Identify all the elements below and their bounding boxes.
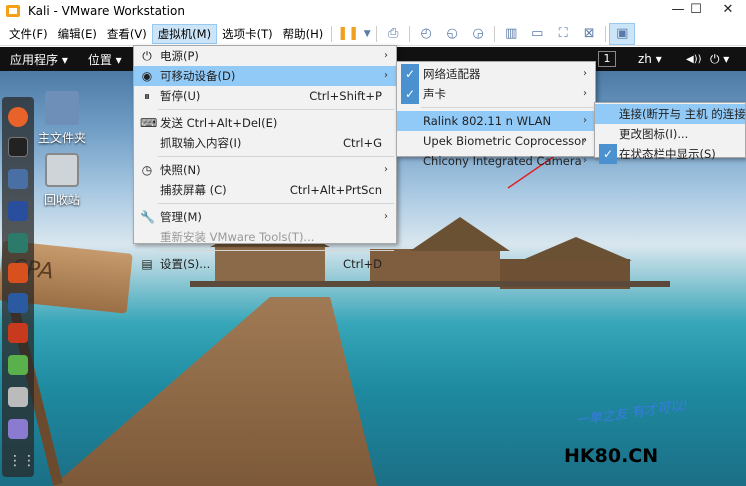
device-label: 网络适配器 xyxy=(423,67,481,81)
device-label: Chicony Integrated Camera xyxy=(423,154,582,168)
check-icon: ✓ xyxy=(401,64,419,84)
wrench-icon: 🔧 xyxy=(140,210,155,224)
menu-settings[interactable]: ▤ 设置(S)... Ctrl+D xyxy=(134,254,396,274)
menu-separator xyxy=(158,109,394,110)
device-network-adapter[interactable]: ✓ 网络适配器 › xyxy=(397,64,595,84)
menu-capture-screen[interactable]: 捕获屏幕 (C) Ctrl+Alt+PrtScn xyxy=(134,180,396,200)
menu-label: 重新安装 VMware Tools(T)... xyxy=(160,230,315,244)
settings-icon: ▤ xyxy=(141,257,153,271)
submenu-arrow-icon: › xyxy=(384,211,388,222)
menu-manage[interactable]: 🔧 管理(M) › xyxy=(134,207,396,227)
wlan-option-label: 更改图标(I)... xyxy=(619,127,689,141)
pause-icon: ⏸ xyxy=(143,89,150,103)
device-label: Upek Biometric Coprocessor xyxy=(423,134,586,148)
submenu-arrow-icon: › xyxy=(384,50,388,61)
menu-shortcut: Ctrl+G xyxy=(342,136,382,150)
menu-label: 快照(N) xyxy=(160,163,201,177)
menu-label: 设置(S)... xyxy=(160,257,211,271)
menu-label: 抓取输入内容(I) xyxy=(160,136,242,150)
device-label: Ralink 802.11 n WLAN xyxy=(423,114,552,128)
power-icon: ⏻ xyxy=(142,49,152,63)
menu-shortcut: Ctrl+Alt+PrtScn xyxy=(289,183,382,197)
submenu-arrow-icon: › xyxy=(384,70,388,81)
menu-send-ctrl-alt-del[interactable]: ⌨ 发送 Ctrl+Alt+Del(E) xyxy=(134,113,396,133)
snapshot-icon: ◷ xyxy=(141,163,153,177)
wlan-change-icon[interactable]: 更改图标(I)... xyxy=(595,124,745,144)
menu-separator xyxy=(158,250,394,251)
check-icon: ✓ xyxy=(599,144,617,164)
menu-removable-devices[interactable]: ◉ 可移动设备(D) › xyxy=(134,66,396,86)
menu-reinstall-tools: 重新安装 VMware Tools(T)... xyxy=(134,227,396,247)
device-chicony-camera[interactable]: Chicony Integrated Camera › xyxy=(397,151,595,171)
menu-label: 发送 Ctrl+Alt+Del(E) xyxy=(160,116,278,130)
menu-label: 电源(P) xyxy=(160,49,199,63)
wlan-show-in-statusbar[interactable]: ✓ 在状态栏中显示(S) xyxy=(595,144,745,164)
device-ralink-wlan[interactable]: Ralink 802.11 n WLAN › xyxy=(397,111,595,131)
device-sound-card[interactable]: ✓ 声卡 › xyxy=(397,84,595,104)
device-label: 声卡 xyxy=(423,87,446,101)
menu-power[interactable]: ⏻ 电源(P) › xyxy=(134,46,396,66)
wlan-connect[interactable]: 连接(断开与 主机 的连接)(C) xyxy=(595,104,746,124)
submenu-arrow-icon: › xyxy=(583,68,587,79)
devices-submenu: ✓ 网络适配器 › ✓ 声卡 › Ralink 802.11 n WLAN › … xyxy=(396,61,596,168)
wlan-option-label: 连接(断开与 主机 的连接)(C) xyxy=(619,107,746,121)
vm-menu: ⏻ 电源(P) › ◉ 可移动设备(D) › ⏸ 暂停(U) Ctrl+Shif… xyxy=(133,45,397,271)
menu-separator xyxy=(158,156,394,157)
submenu-arrow-icon: › xyxy=(384,164,388,175)
menu-grab-input[interactable]: 抓取输入内容(I) Ctrl+G xyxy=(134,133,396,153)
vmware-window: Kali - VMware Workstation — ☐ ✕ 文件(F) 编辑… xyxy=(0,0,746,486)
keyboard-icon: ⌨ xyxy=(140,116,158,130)
submenu-arrow-icon: › xyxy=(583,155,587,166)
wlan-option-label: 在状态栏中显示(S) xyxy=(619,147,716,161)
menu-label: 捕获屏幕 (C) xyxy=(160,183,227,197)
device-upek-biometric[interactable]: Upek Biometric Coprocessor › xyxy=(397,131,595,151)
check-icon: ✓ xyxy=(401,84,419,104)
menu-separator xyxy=(158,203,394,204)
menu-pause[interactable]: ⏸ 暂停(U) Ctrl+Shift+P xyxy=(134,86,396,106)
submenu-arrow-icon: › xyxy=(583,115,587,126)
menu-shortcut: Ctrl+Shift+P xyxy=(309,89,382,103)
submenu-arrow-icon: › xyxy=(583,135,587,146)
menu-snapshot[interactable]: ◷ 快照(N) › xyxy=(134,160,396,180)
removable-devices-icon: ◉ xyxy=(141,69,153,83)
menu-label: 管理(M) xyxy=(160,210,202,224)
wlan-submenu: 连接(断开与 主机 的连接)(C) 更改图标(I)... ✓ 在状态栏中显示(S… xyxy=(594,102,746,164)
menu-separator xyxy=(421,107,593,108)
menu-shortcut: Ctrl+D xyxy=(343,257,382,271)
submenu-arrow-icon: › xyxy=(583,88,587,99)
menu-label: 暂停(U) xyxy=(160,89,201,103)
menu-label: 可移动设备(D) xyxy=(160,69,236,83)
